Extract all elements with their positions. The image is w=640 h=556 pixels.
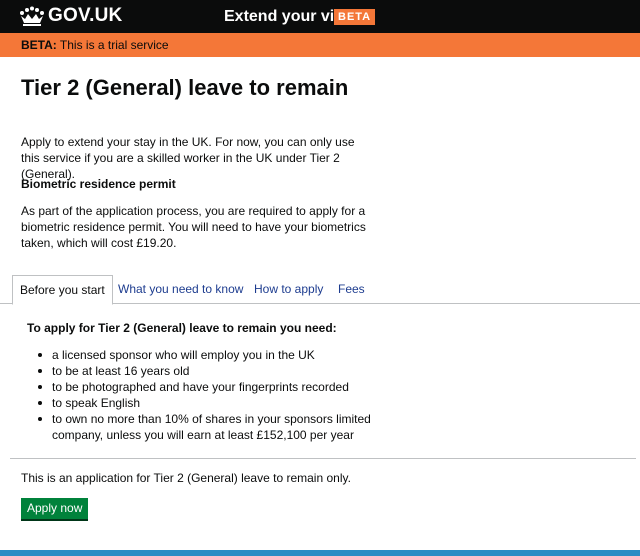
brp-text: As part of the application process, you … [21,204,366,250]
intro-text: Apply to extend your stay in the UK. For… [21,135,355,181]
service-name[interactable]: Extend your visa [224,7,352,27]
section-divider [10,458,636,459]
list-item: a licensed sponsor who will employ you i… [38,347,378,363]
apply-now-button[interactable]: Apply now [21,498,89,519]
list-item: to own no more than 10% of shares in you… [38,411,378,443]
tab-how-to-apply[interactable]: How to apply [254,275,323,304]
phase-banner-tag: BETA: [21,38,57,52]
brp-heading: Biometric residence permit [21,177,176,191]
beta-tag: BETA [334,9,376,25]
tab-bar: Before you start What you need to know H… [0,275,640,305]
tab-before-you-start[interactable]: Before you start [12,275,113,305]
govuk-logo-text[interactable]: GOV.UK [48,5,122,27]
list-item: to be at least 16 years old [38,363,378,379]
list-item: to speak English [38,395,378,411]
tab-fees[interactable]: Fees [338,275,365,304]
list-item: to be photographed and have your fingerp… [38,379,378,395]
site-header: GOV.UK Extend your visa BETA [0,0,640,33]
phase-banner: BETA: This is a trial service [0,33,640,57]
footer-bar [0,550,640,556]
page-title: Tier 2 (General) leave to remain [21,75,349,100]
requirements-list: a licensed sponsor who will employ you i… [38,347,378,443]
phase-banner-text: This is a trial service [56,38,169,52]
tab-what-you-need-to-know[interactable]: What you need to know [118,275,243,304]
requirements-heading: To apply for Tier 2 (General) leave to r… [27,321,337,335]
apply-note: This is an application for Tier 2 (Gener… [21,471,351,485]
crown-icon[interactable] [19,6,45,26]
